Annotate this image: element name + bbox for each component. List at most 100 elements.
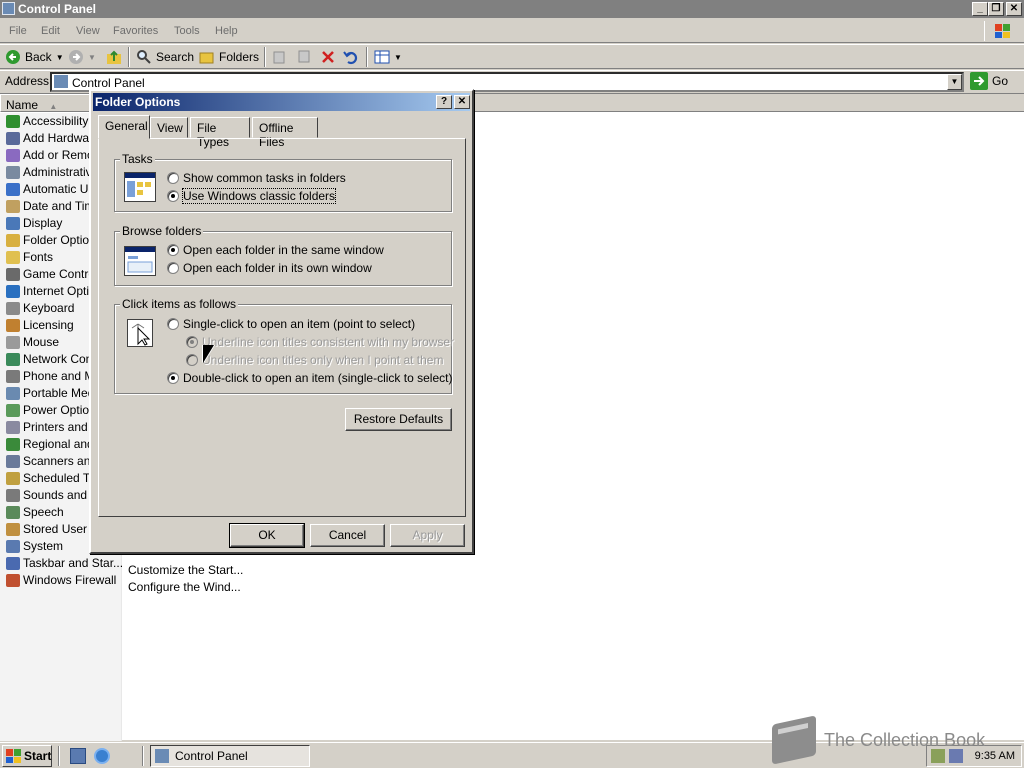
general-tab-panel: Tasks Show common tasks in folders Use W… (98, 138, 466, 517)
item-icon (6, 353, 20, 366)
go-label: Go (992, 74, 1009, 88)
tab-file-types[interactable]: File Types (190, 117, 250, 149)
item-icon (6, 455, 20, 468)
delete-button[interactable] (320, 49, 336, 65)
item-label: Power Option (23, 403, 96, 417)
dialog-close-button[interactable]: ✕ (454, 95, 470, 109)
menu-file[interactable]: File (9, 25, 27, 37)
menu-tools[interactable]: Tools (174, 25, 200, 37)
item-label: Game Control (23, 267, 98, 281)
show-desktop-icon[interactable] (70, 748, 86, 764)
restore-button[interactable]: ❐ (988, 2, 1004, 16)
own-window-radio[interactable] (167, 262, 179, 274)
classic-folders-radio[interactable] (167, 190, 179, 202)
item-icon (6, 166, 20, 179)
window-titlebar[interactable]: Control Panel _ ❐ ✕ (0, 0, 1024, 18)
windows-flag-icon (6, 749, 21, 763)
toolbar-separator (264, 47, 266, 67)
click-items-group-label: Click items as follows (120, 297, 239, 311)
double-click-label[interactable]: Double-click to open an item (single-cli… (183, 371, 452, 385)
copy-to-icon (298, 50, 310, 63)
forward-dropdown-icon[interactable]: ▼ (88, 53, 96, 62)
help-button[interactable]: ? (436, 95, 452, 109)
comment-firewall: Configure the Wind... (128, 580, 241, 594)
item-icon (6, 557, 20, 570)
browse-preview-icon (124, 246, 156, 276)
move-to-button[interactable] (272, 49, 288, 65)
show-common-tasks-label[interactable]: Show common tasks in folders (183, 171, 346, 185)
folder-options-dialog: Folder Options ? ✕ General View File Typ… (89, 89, 474, 554)
address-dropdown-icon[interactable]: ▼ (947, 74, 962, 90)
underline-point-radio[interactable] (186, 354, 198, 366)
menu-favorites[interactable]: Favorites (113, 25, 158, 37)
back-button[interactable]: Back ▼ (5, 49, 64, 65)
item-label: Administrative (23, 165, 99, 179)
underline-browser-radio[interactable] (186, 336, 198, 348)
views-button[interactable]: ▼ (374, 49, 402, 65)
tab-offline-files[interactable]: Offline Files (252, 117, 318, 149)
copy-to-button[interactable] (296, 49, 312, 65)
up-folder-button[interactable] (106, 49, 122, 65)
double-click-radio[interactable] (167, 372, 179, 384)
item-label: Scanners and (23, 454, 98, 468)
show-common-tasks-radio[interactable] (167, 172, 179, 184)
go-arrow-icon (970, 72, 988, 90)
undo-button[interactable] (343, 49, 359, 65)
back-dropdown-icon[interactable]: ▼ (56, 53, 64, 62)
same-window-label[interactable]: Open each folder in the same window (183, 243, 384, 257)
tab-general[interactable]: General (98, 115, 150, 139)
control-panel-icon (155, 749, 169, 763)
book-logo-icon (772, 715, 816, 765)
item-label: Speech (23, 505, 64, 519)
list-item[interactable]: Windows Firewall (0, 572, 122, 589)
search-icon (137, 50, 151, 64)
minimize-button[interactable]: _ (972, 2, 988, 16)
menu-view[interactable]: View (76, 25, 100, 37)
internet-explorer-icon[interactable] (94, 748, 110, 764)
item-icon (6, 302, 20, 315)
item-icon (6, 404, 20, 417)
cancel-button[interactable]: Cancel (310, 524, 385, 547)
item-label: Display (23, 216, 63, 230)
views-dropdown-icon[interactable]: ▼ (394, 53, 402, 62)
restore-defaults-button[interactable]: Restore Defaults (345, 408, 452, 431)
tab-view[interactable]: View (150, 117, 188, 138)
item-label: Printers and F (23, 420, 99, 434)
views-icon (374, 50, 390, 64)
ok-button[interactable]: OK (229, 523, 305, 548)
menu-edit[interactable]: Edit (41, 25, 60, 37)
close-button[interactable]: ✕ (1006, 2, 1022, 16)
folders-icon (199, 52, 214, 64)
item-icon (6, 370, 20, 383)
classic-folders-label[interactable]: Use Windows classic folders (181, 188, 337, 204)
forward-button[interactable]: ▼ (68, 49, 96, 65)
browse-folders-group: Browse folders Open each folder in the s… (114, 224, 452, 286)
single-click-label[interactable]: Single-click to open an item (point to s… (183, 317, 415, 331)
menu-help[interactable]: Help (215, 25, 238, 37)
item-icon (6, 217, 20, 230)
own-window-label[interactable]: Open each folder in its own window (183, 261, 372, 275)
item-icon (6, 268, 20, 281)
item-label: Licensing (23, 318, 74, 332)
item-label: Windows Firewall (23, 573, 117, 587)
apply-button[interactable]: Apply (390, 524, 465, 547)
item-icon (6, 132, 20, 145)
delete-icon (322, 51, 334, 63)
watermark: The Collection Book (772, 715, 985, 765)
dialog-titlebar[interactable]: Folder Options ? ✕ (93, 93, 470, 111)
go-button[interactable]: Go (970, 72, 1008, 90)
item-label: Date and Tim (23, 199, 95, 213)
item-icon (6, 574, 20, 587)
list-item[interactable]: Taskbar and Star... (0, 555, 122, 572)
mouse-cursor-icon (203, 345, 214, 363)
same-window-radio[interactable] (167, 244, 179, 256)
search-button[interactable]: Search (136, 49, 194, 65)
single-click-radio[interactable] (167, 318, 179, 330)
start-button[interactable]: Start (2, 745, 52, 767)
item-icon (6, 336, 20, 349)
taskbar-control-panel-button[interactable]: Control Panel (150, 745, 310, 767)
item-icon (6, 523, 20, 536)
folders-button[interactable]: Folders (199, 49, 259, 65)
item-label: Fonts (23, 250, 54, 264)
item-label: Automatic Up (23, 182, 96, 196)
